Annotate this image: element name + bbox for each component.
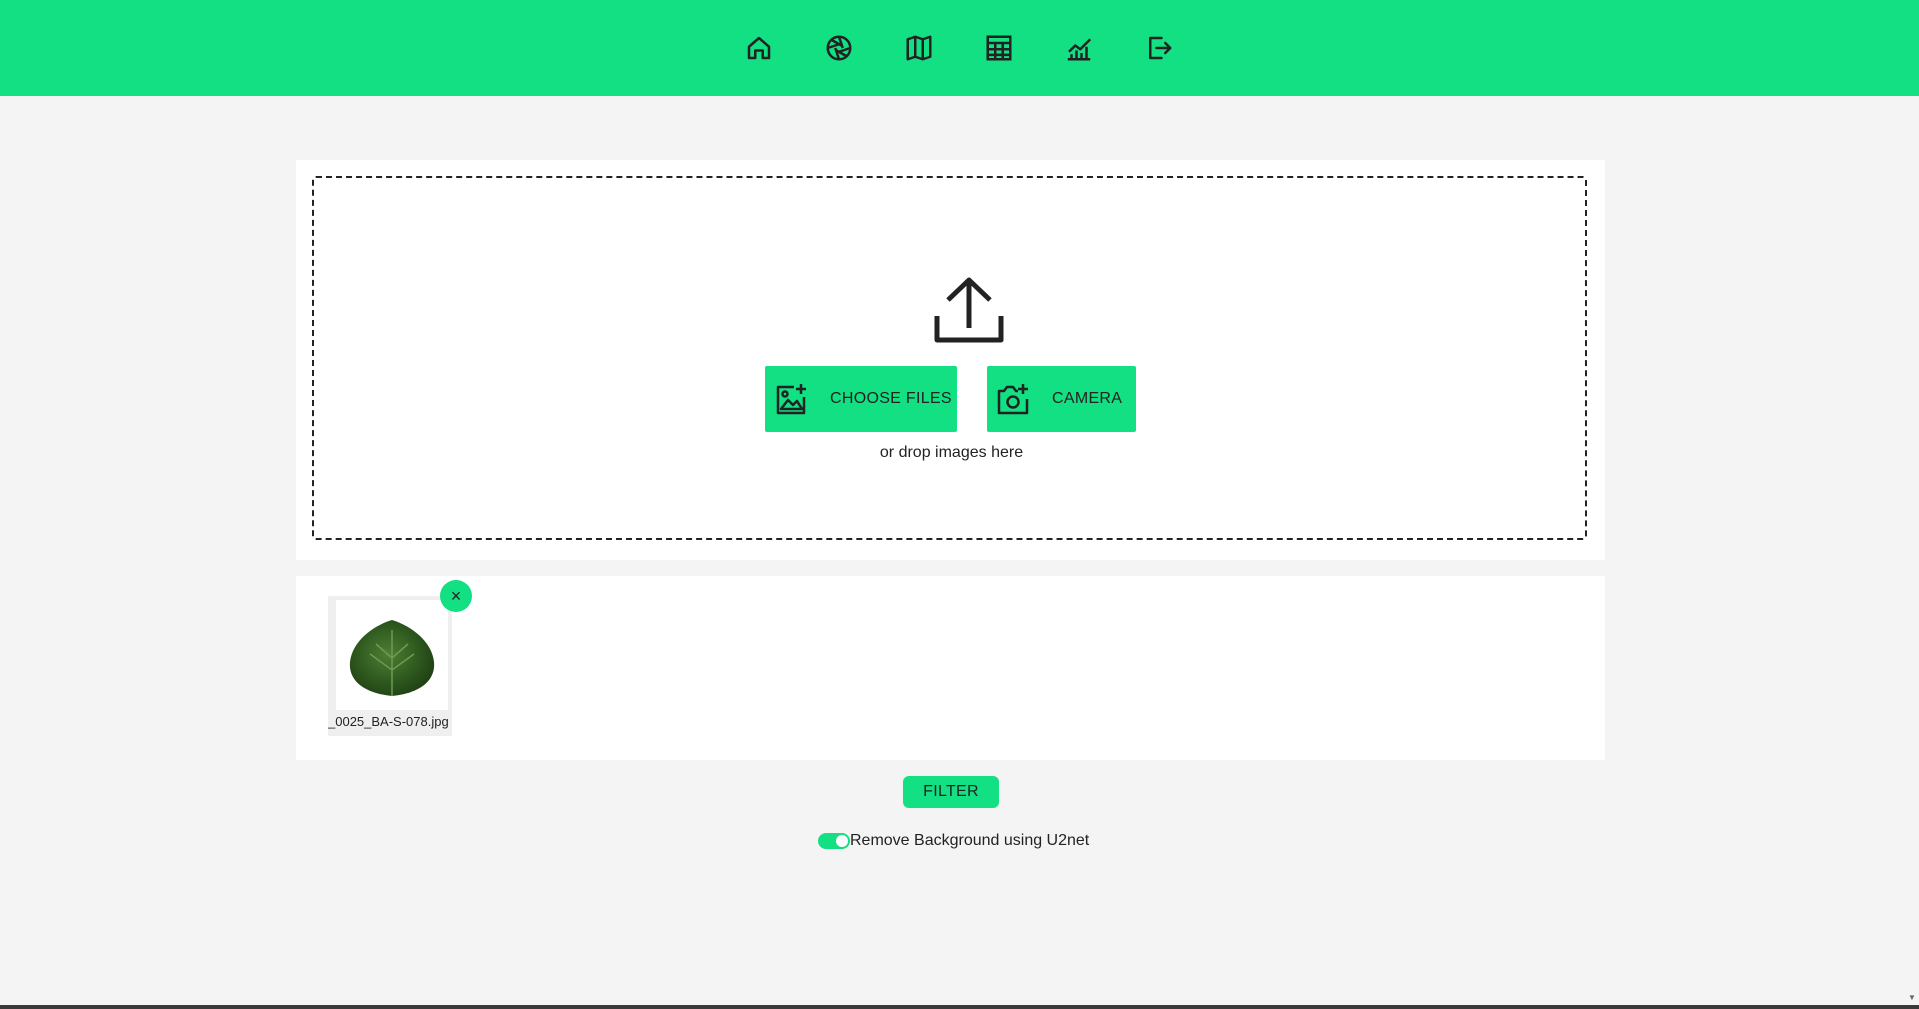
window-bottom-edge — [0, 1005, 1919, 1009]
map-icon — [906, 35, 932, 61]
upload-panel: CHOOSE FILES CAMERA or drop images here — [296, 160, 1605, 560]
toggle-knob — [836, 835, 848, 847]
nav-map-button[interactable] — [899, 28, 939, 68]
bg-removal-toggle[interactable] — [818, 833, 850, 849]
top-nav-bar — [0, 0, 1919, 96]
page-scrollbar[interactable]: ▼ — [1905, 116, 1919, 1009]
selected-files-panel: _0025_BA-S-078.jpg × — [296, 576, 1605, 760]
nav-table-button[interactable] — [979, 28, 1019, 68]
remove-file-button[interactable]: × — [440, 580, 472, 612]
file-thumbnail: _0025_BA-S-078.jpg — [328, 596, 452, 736]
nav-camera-button[interactable] — [819, 28, 859, 68]
camera-aperture-icon — [826, 35, 852, 61]
bg-removal-label: Remove Background using U2net — [850, 832, 1090, 849]
close-icon: × — [450, 585, 462, 606]
choose-files-button[interactable]: CHOOSE FILES — [765, 366, 957, 432]
camera-button[interactable]: CAMERA — [987, 366, 1136, 432]
choose-files-label: CHOOSE FILES — [830, 390, 952, 407]
filter-button[interactable]: FILTER — [903, 776, 999, 808]
leaf-picture — [349, 620, 435, 696]
nav-chart-button[interactable] — [1059, 28, 1099, 68]
table-icon — [986, 35, 1012, 61]
chart-icon — [1067, 38, 1092, 61]
camera-label: CAMERA — [1052, 390, 1123, 407]
home-icon — [747, 36, 771, 60]
image-dropzone[interactable]: CHOOSE FILES CAMERA or drop images here — [312, 176, 1587, 540]
scroll-down-icon[interactable]: ▼ — [1908, 993, 1916, 1002]
nav-home-button[interactable] — [739, 28, 779, 68]
drop-hint-text: or drop images here — [879, 444, 1024, 461]
upload-icon — [934, 277, 1004, 343]
nav-logout-button[interactable] — [1139, 28, 1179, 68]
add-image-icon — [776, 384, 806, 415]
leaf-image — [336, 600, 448, 710]
bg-removal-option: Remove Background using U2net — [818, 829, 1089, 853]
logout-icon — [1149, 36, 1172, 60]
add-camera-icon — [997, 384, 1029, 415]
file-name: _0025_BA-S-078.jpg — [328, 714, 449, 729]
